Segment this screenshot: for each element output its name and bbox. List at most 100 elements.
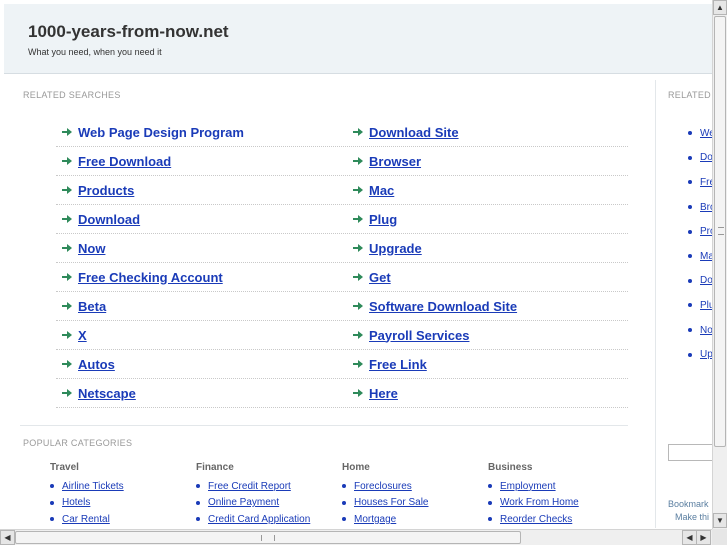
category-item: Mortgage [342, 511, 488, 528]
bullet-icon [488, 484, 492, 489]
category-item: Reorder Checks [488, 511, 634, 528]
category-column: Home Foreclosures Houses For Sale Mortgage [342, 462, 488, 528]
category-title: Home [342, 462, 370, 473]
category-link[interactable]: Employment [500, 481, 556, 492]
sidebar-link[interactable]: Up [700, 349, 713, 360]
vertical-scrollbar[interactable]: ▲ ▼ [712, 0, 727, 529]
search-item: Web Page Design Program [56, 125, 347, 140]
column-divider [655, 80, 656, 528]
sidebar-link[interactable]: Do [700, 152, 713, 163]
bullet-icon [688, 278, 692, 283]
arrow-right-icon: ▶ [700, 533, 707, 542]
bullet-icon [488, 500, 492, 505]
make-homepage-text[interactable]: Make thi [675, 512, 709, 522]
search-item: Free Checking Account [56, 270, 347, 285]
scroll-up-button[interactable]: ▲ [713, 0, 727, 15]
related-searches-list: Web Page Design Program Download Site Free… [56, 118, 628, 408]
category-link[interactable]: Airline Tickets [62, 481, 124, 492]
search-item: Mac [347, 183, 628, 198]
search-item: Here [347, 386, 628, 401]
sidebar-link[interactable]: Do [700, 275, 713, 286]
bookmark-text[interactable]: Bookmark [668, 499, 709, 509]
bullet-icon [688, 303, 692, 308]
search-row: Products Mac [56, 176, 628, 205]
search-link[interactable]: Download [78, 212, 140, 227]
category-item: Hotels [50, 495, 196, 512]
search-link[interactable]: Free Link [369, 357, 427, 372]
search-item: Beta [56, 299, 347, 314]
search-link[interactable]: X [78, 328, 87, 343]
related-searches-heading: RELATED SEARCHES [23, 90, 121, 100]
scroll-down-button[interactable]: ▼ [713, 513, 727, 528]
search-link[interactable]: Get [369, 270, 391, 285]
arrow-right-icon [353, 185, 367, 195]
search-link[interactable]: Download Site [369, 125, 459, 140]
section-divider [20, 425, 628, 426]
search-item: Free Link [347, 357, 628, 372]
search-link[interactable]: Here [369, 386, 398, 401]
search-link[interactable]: Mac [369, 183, 394, 198]
bullet-icon [342, 517, 346, 522]
search-item: Plug [347, 212, 628, 227]
scroll-left-button-2[interactable]: ◀ [682, 530, 697, 545]
search-item: X [56, 328, 347, 343]
horizontal-scrollbar[interactable]: ◀ ◀ ▶ [0, 529, 712, 545]
vertical-scroll-thumb[interactable] [714, 16, 726, 447]
sidebar-link[interactable]: No [700, 325, 713, 336]
arrow-right-icon [353, 301, 367, 311]
category-link[interactable]: Online Payment [208, 497, 279, 508]
category-link[interactable]: Free Credit Report [208, 481, 291, 492]
search-link[interactable]: Upgrade [369, 241, 422, 256]
search-row: Netscape Here [56, 379, 628, 408]
search-link[interactable]: Software Download Site [369, 299, 517, 314]
arrow-right-icon [353, 156, 367, 166]
category-link[interactable]: Hotels [62, 497, 90, 508]
search-item: Software Download Site [347, 299, 628, 314]
search-link[interactable]: Beta [78, 299, 106, 314]
bullet-icon [196, 517, 200, 522]
search-link[interactable]: Autos [78, 357, 115, 372]
search-link[interactable]: Now [78, 241, 105, 256]
search-row: Free Checking Account Get [56, 263, 628, 292]
arrow-right-icon [353, 359, 367, 369]
search-item: Netscape [56, 386, 347, 401]
scrollbar-corner [712, 529, 727, 545]
site-header: 1000-years-from-now.net What you need, w… [4, 4, 727, 74]
popular-categories-heading: POPULAR CATEGORIES [23, 438, 133, 448]
category-item: Car Rental [50, 511, 196, 528]
category-link[interactable]: Foreclosures [354, 481, 412, 492]
site-title[interactable]: 1000-years-from-now.net [28, 22, 229, 42]
bullet-icon [50, 484, 54, 489]
bullet-icon [488, 517, 492, 522]
scroll-left-button[interactable]: ◀ [0, 530, 15, 545]
category-link[interactable]: Reorder Checks [500, 514, 572, 525]
search-link[interactable]: Plug [369, 212, 397, 227]
search-link[interactable]: Web Page Design Program [78, 125, 244, 140]
category-link[interactable]: Credit Card Application [208, 514, 310, 525]
category-link[interactable]: Houses For Sale [354, 497, 428, 508]
search-link[interactable]: Browser [369, 154, 421, 169]
scroll-right-button[interactable]: ▶ [696, 530, 711, 545]
arrow-down-icon: ▼ [716, 516, 724, 525]
arrow-right-icon [353, 272, 367, 282]
search-link[interactable]: Payroll Services [369, 328, 469, 343]
category-link[interactable]: Work From Home [500, 497, 579, 508]
category-title: Finance [196, 462, 234, 473]
search-link[interactable]: Free Download [78, 154, 171, 169]
category-column: Business Employment Work From Home Reorder … [488, 462, 634, 528]
arrow-right-icon [353, 330, 367, 340]
arrow-left-icon: ◀ [4, 533, 11, 542]
arrow-right-icon [353, 388, 367, 398]
arrow-right-icon [353, 214, 367, 224]
search-link[interactable]: Products [78, 183, 134, 198]
bullet-icon [688, 131, 692, 136]
category-link[interactable]: Car Rental [62, 514, 110, 525]
bullet-icon [688, 352, 692, 357]
search-link[interactable]: Free Checking Account [78, 270, 223, 285]
category-link[interactable]: Mortgage [354, 514, 396, 525]
arrow-right-icon [62, 272, 76, 282]
search-link[interactable]: Netscape [78, 386, 136, 401]
bullet-icon [688, 229, 692, 234]
search-item: Download Site [347, 125, 628, 140]
horizontal-scroll-thumb[interactable] [15, 531, 521, 544]
